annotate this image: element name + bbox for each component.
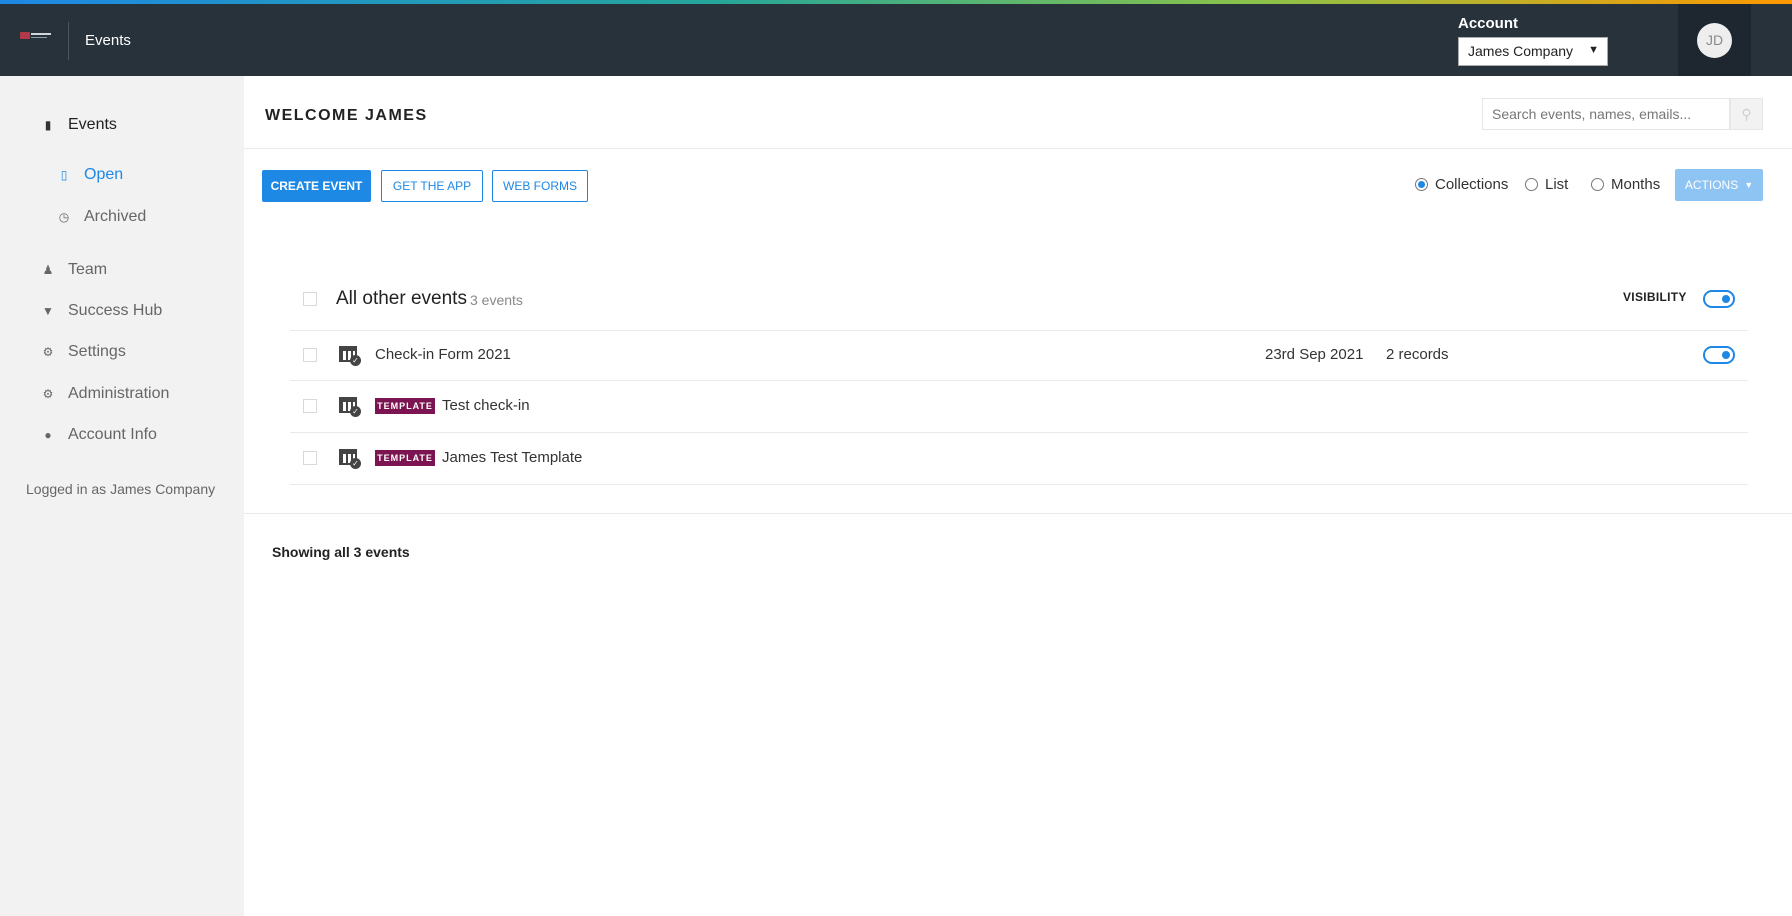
event-visibility-toggle[interactable]: [1703, 346, 1735, 364]
main-content: WELCOME JAMES ⚲ CREATE EVENT GET THE APP…: [244, 76, 1792, 916]
gear-icon: ⚙: [42, 387, 54, 401]
radio-label: Collections: [1435, 176, 1509, 193]
event-name[interactable]: James Test Template: [442, 449, 582, 466]
sidebar-item-label: Team: [68, 261, 108, 278]
company-logo[interactable]: [18, 28, 54, 42]
row-divider: [290, 330, 1748, 331]
header-divider: [68, 22, 69, 60]
row-checkbox[interactable]: [303, 399, 317, 413]
section-divider: [244, 513, 1792, 514]
document-icon: ▯: [60, 168, 68, 182]
actions-label: ACTIONS: [1684, 178, 1739, 192]
template-badge: TEMPLATE: [375, 398, 435, 414]
results-summary: Showing all 3 events: [272, 544, 410, 560]
trophy-icon: ▼: [42, 304, 54, 318]
sidebar-item-events[interactable]: ▮ Events: [40, 116, 117, 134]
form-calendar-icon: ✓: [339, 397, 361, 417]
group-title: All other events: [336, 288, 467, 309]
radio-label: List: [1545, 176, 1569, 193]
sidebar-item-label: Events: [68, 116, 117, 133]
web-forms-button[interactable]: WEB FORMS: [492, 170, 588, 202]
sidebar-item-success-hub[interactable]: ▼ Success Hub: [40, 302, 162, 320]
sidebar-item-administration[interactable]: ⚙ Administration: [40, 385, 170, 403]
event-records: 2 records: [1386, 346, 1449, 363]
avatar[interactable]: JD: [1697, 23, 1732, 58]
sidebar-item-account-info[interactable]: ● Account Info: [40, 426, 157, 444]
sidebar-item-settings[interactable]: ⚙ Settings: [40, 343, 126, 361]
radio-icon: [1591, 178, 1604, 191]
group-count: 3 events: [470, 292, 523, 308]
template-badge: TEMPLATE: [375, 450, 435, 466]
sidebar-item-team[interactable]: ♟ Team: [40, 261, 108, 279]
avatar-container[interactable]: JD: [1678, 4, 1751, 76]
event-name[interactable]: Test check-in: [442, 397, 530, 414]
clock-icon: ◷: [58, 210, 70, 224]
actions-dropdown-button[interactable]: ACTIONS ▼: [1675, 169, 1763, 201]
sidebar-item-label: Archived: [84, 208, 147, 225]
group-select-checkbox[interactable]: [303, 292, 317, 306]
header-divider-line: [244, 148, 1792, 149]
search-icon[interactable]: ⚲: [1730, 98, 1763, 130]
create-event-button[interactable]: CREATE EVENT: [262, 170, 371, 202]
sidebar: ▮ Events ▯ Open ◷ Archived ♟ Team ▼ Succ…: [0, 76, 244, 916]
sidebar-item-open[interactable]: ▯ Open: [56, 166, 123, 184]
row-checkbox[interactable]: [303, 348, 317, 362]
view-radio-months[interactable]: Months: [1591, 176, 1660, 193]
radio-icon: [1525, 178, 1538, 191]
page-title: WELCOME JAMES: [265, 107, 428, 124]
logged-in-text: Logged in as James Company: [26, 481, 216, 497]
caret-down-icon: ▼: [1744, 180, 1754, 190]
sidebar-item-label: Settings: [68, 343, 126, 360]
radio-selected-icon: [1415, 178, 1428, 191]
top-header: Events Account James Company ▼ JD: [0, 4, 1792, 76]
sidebar-item-label: Success Hub: [68, 302, 163, 319]
radio-label: Months: [1611, 176, 1661, 193]
view-radio-collections[interactable]: Collections: [1415, 176, 1508, 193]
header-title: Events: [85, 32, 131, 49]
view-radio-list[interactable]: List: [1525, 176, 1568, 193]
row-divider: [290, 432, 1748, 433]
get-the-app-button[interactable]: GET THE APP: [381, 170, 483, 202]
gear-icon: ⚙: [42, 345, 54, 359]
row-divider: [290, 380, 1748, 381]
sidebar-item-archived[interactable]: ◷ Archived: [56, 208, 147, 226]
account-select[interactable]: James Company ▼: [1458, 37, 1608, 66]
event-name[interactable]: Check-in Form 2021: [375, 346, 511, 363]
sidebar-item-label: Open: [84, 166, 124, 183]
chevron-down-icon: ▼: [1588, 44, 1599, 56]
sidebar-item-label: Administration: [68, 385, 170, 402]
sidebar-item-label: Account Info: [68, 426, 157, 443]
account-select-value: James Company: [1468, 43, 1574, 59]
circle-icon: ●: [44, 428, 52, 442]
visibility-label: VISIBILITY: [1623, 290, 1687, 304]
group-visibility-toggle[interactable]: [1703, 290, 1735, 308]
form-calendar-icon: ✓: [339, 449, 361, 469]
form-calendar-icon: ✓: [339, 346, 361, 366]
row-divider: [290, 484, 1748, 485]
clipboard-icon: ▮: [44, 118, 52, 132]
search-input[interactable]: [1482, 98, 1730, 130]
account-label: Account: [1458, 15, 1518, 32]
row-checkbox[interactable]: [303, 451, 317, 465]
user-icon: ♟: [42, 263, 54, 277]
event-date: 23rd Sep 2021: [1265, 346, 1364, 363]
